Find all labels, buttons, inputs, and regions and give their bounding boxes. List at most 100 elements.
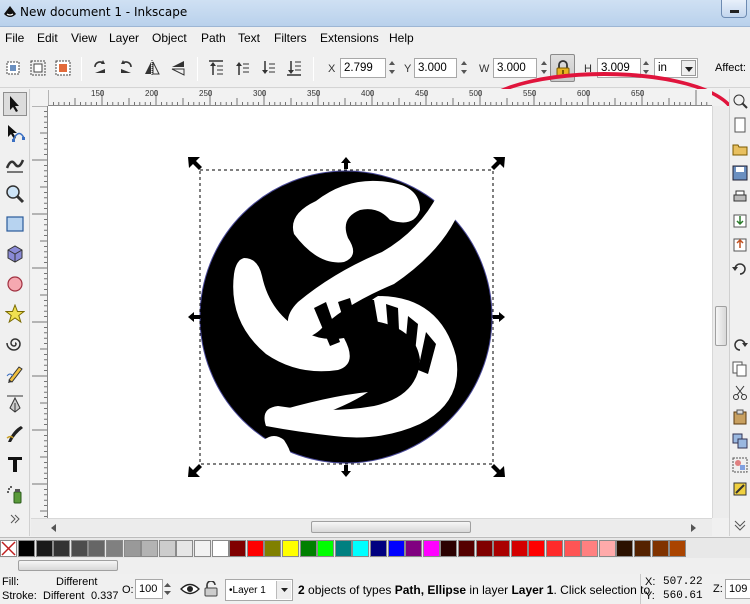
opacity-stepper[interactable] (164, 583, 171, 595)
new-document-icon[interactable] (732, 117, 748, 133)
horizontal-ruler[interactable]: 150 200 250 300 350 400 450 500 550 600 … (48, 89, 712, 106)
menu-text[interactable]: Text (238, 31, 260, 45)
menu-filters[interactable]: Filters (274, 31, 307, 45)
spray-tool-icon[interactable] (3, 482, 27, 506)
palette-swatch[interactable] (651, 540, 669, 557)
menu-object[interactable]: Object (152, 31, 187, 45)
palette-swatch[interactable] (405, 540, 423, 557)
horizontal-scroll-thumb[interactable] (311, 521, 471, 533)
palette-swatch[interactable] (123, 540, 141, 557)
menu-edit[interactable]: Edit (37, 31, 58, 45)
menu-file[interactable]: File (5, 31, 24, 45)
menu-layer[interactable]: Layer (109, 31, 139, 45)
palette-swatch[interactable] (387, 540, 405, 557)
palette-swatch[interactable] (194, 540, 211, 557)
palette-swatch[interactable] (70, 540, 88, 557)
pen-tool-icon[interactable] (3, 392, 27, 416)
redo-icon[interactable] (732, 337, 748, 353)
w-stepper[interactable] (539, 58, 549, 78)
opacity-input[interactable]: 100 (135, 579, 163, 599)
undo-icon[interactable] (732, 261, 748, 277)
palette-swatch[interactable] (141, 540, 159, 557)
selected-drawing[interactable] (199, 170, 493, 467)
palette-swatch[interactable] (229, 540, 247, 557)
palette-swatch[interactable] (458, 540, 475, 557)
palette-swatch[interactable] (352, 540, 370, 557)
palette-scroll-thumb[interactable] (18, 560, 118, 571)
palette-swatch[interactable] (246, 540, 264, 557)
palette-swatch[interactable] (299, 540, 317, 557)
palette-swatch[interactable] (317, 540, 335, 557)
rotate-ccw-icon[interactable] (89, 58, 111, 78)
palette-swatch[interactable] (53, 540, 71, 557)
y-stepper[interactable] (459, 58, 469, 78)
paste-icon[interactable] (732, 409, 748, 425)
vertical-ruler[interactable] (31, 106, 48, 518)
duplicate-icon[interactable] (732, 433, 748, 449)
palette-scrollbar[interactable] (0, 558, 750, 574)
palette-swatch[interactable] (440, 540, 458, 557)
palette-swatch[interactable] (88, 540, 106, 557)
fill-stroke-icon[interactable] (732, 481, 748, 497)
menu-view[interactable]: View (71, 31, 97, 45)
horizontal-scrollbar[interactable] (31, 518, 712, 536)
lower-to-bottom-icon[interactable] (283, 58, 305, 78)
x-input[interactable] (340, 58, 386, 78)
layer-select[interactable]: •Layer 1 (225, 579, 293, 601)
spiral-tool-icon[interactable] (3, 332, 27, 356)
menu-path[interactable]: Path (201, 31, 226, 45)
palette-swatch[interactable] (176, 540, 194, 557)
unlock-icon[interactable] (204, 581, 218, 597)
vertical-scrollbar[interactable] (712, 106, 729, 518)
text-tool-icon[interactable] (3, 452, 27, 476)
eye-icon[interactable] (180, 582, 200, 596)
deselect-icon[interactable] (52, 58, 74, 78)
copy-icon[interactable] (732, 361, 748, 377)
palette-swatch[interactable] (158, 540, 176, 557)
stroke-width[interactable]: 0.337 (91, 590, 119, 602)
export-icon[interactable] (732, 237, 748, 253)
menu-extensions[interactable]: Extensions (320, 31, 379, 45)
menu-help[interactable]: Help (389, 31, 414, 45)
units-select[interactable]: in (654, 58, 698, 78)
palette-swatch[interactable] (18, 540, 35, 557)
h-input[interactable] (597, 58, 641, 78)
group-icon[interactable] (732, 457, 748, 473)
palette-swatch[interactable] (264, 540, 282, 557)
import-icon[interactable] (732, 213, 748, 229)
palette-swatch[interactable] (475, 540, 493, 557)
x-stepper[interactable] (387, 58, 397, 78)
palette-swatch[interactable] (616, 540, 634, 557)
star-tool-icon[interactable] (3, 302, 27, 326)
palette-swatch[interactable] (634, 540, 651, 557)
scroll-left-icon[interactable] (51, 524, 57, 532)
palette-swatch[interactable] (669, 540, 687, 557)
palette-swatch[interactable] (528, 540, 546, 557)
palette-swatch[interactable] (510, 540, 528, 557)
select-all-layers-icon[interactable] (27, 58, 49, 78)
raise-to-top-icon[interactable] (205, 58, 227, 78)
palette-swatch[interactable] (563, 540, 581, 557)
zoom-tool-icon[interactable] (3, 182, 27, 206)
tweak-tool-icon[interactable] (3, 152, 27, 176)
palette-swatch[interactable] (35, 540, 53, 557)
ellipse-tool-icon[interactable] (3, 272, 27, 296)
lower-icon[interactable] (257, 58, 279, 78)
minimize-button[interactable] (721, 0, 747, 18)
node-tool-icon[interactable] (3, 122, 27, 146)
flip-vertical-icon[interactable] (167, 58, 189, 78)
raise-icon[interactable] (231, 58, 253, 78)
palette-swatch[interactable] (546, 540, 563, 557)
palette-swatch[interactable] (106, 540, 123, 557)
stroke-value[interactable]: Different (43, 590, 84, 602)
more-tools-chevron-icon[interactable] (3, 512, 27, 526)
3d-box-tool-icon[interactable] (3, 242, 27, 266)
palette-swatch[interactable] (211, 540, 229, 557)
select-all-icon[interactable] (2, 58, 24, 78)
print-icon[interactable] (732, 189, 748, 205)
cut-icon[interactable] (732, 385, 748, 401)
calligraphy-tool-icon[interactable] (3, 422, 27, 446)
pencil-tool-icon[interactable] (3, 362, 27, 386)
palette-swatch[interactable] (334, 540, 352, 557)
lock-ratio-button[interactable] (550, 54, 575, 82)
